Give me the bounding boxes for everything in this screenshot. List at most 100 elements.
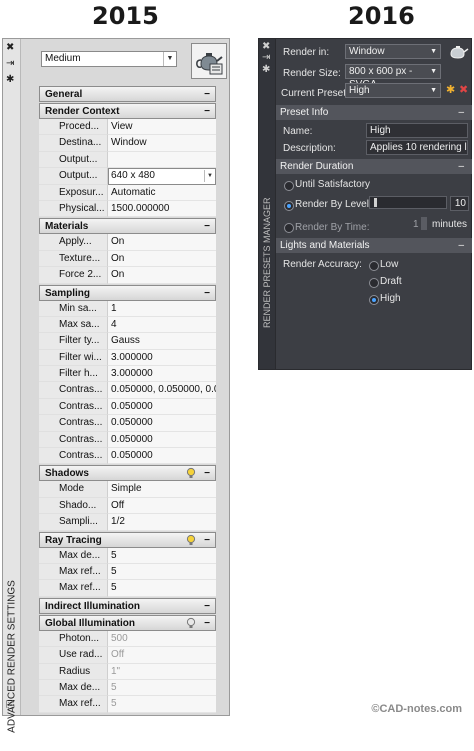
lights-materials-section-header[interactable]: Lights and Materials –	[276, 238, 472, 253]
property-row[interactable]: Exposur... Automatic	[39, 184, 216, 201]
properties-icon[interactable]: ✱	[6, 75, 14, 85]
property-value[interactable]: 3.000000	[108, 366, 216, 383]
property-row[interactable]: Force 2... On	[39, 267, 216, 284]
collapse-icon[interactable]: −	[204, 219, 210, 234]
property-row[interactable]: Contras... 0.050000	[39, 448, 216, 465]
property-row[interactable]: Output...	[39, 151, 216, 169]
property-row[interactable]: Destina... Window	[39, 135, 216, 152]
render-duration-section-header[interactable]: Render Duration –	[276, 159, 472, 174]
property-value[interactable]: 1	[108, 300, 216, 317]
render-preset-select[interactable]: Medium ▼	[41, 51, 177, 67]
property-value[interactable]: 5	[108, 580, 216, 597]
render-level-slider[interactable]	[369, 196, 447, 209]
auto-hide-icon[interactable]: ⇥	[6, 59, 14, 69]
preset-info-section-header[interactable]: Preset Info –	[276, 105, 472, 120]
property-value[interactable]: 0.050000, 0.050000, 0.050000	[108, 382, 216, 399]
palette-menu-icon[interactable]: ⎘	[6, 701, 14, 711]
property-row[interactable]: Radius 1"	[39, 663, 216, 680]
property-row[interactable]: Contras...0.050000, 0.050000, 0.050000	[39, 382, 216, 399]
collapse-icon[interactable]: −	[204, 616, 210, 631]
property-row[interactable]: Shado... Off	[39, 497, 216, 515]
until-satisfactory-radio[interactable]	[284, 181, 294, 191]
delete-preset-icon[interactable]: ✖	[459, 83, 468, 96]
light-bulb-on-icon[interactable]	[185, 534, 197, 546]
preset-name-field[interactable]: High	[366, 123, 468, 138]
property-row[interactable]: Contras... 0.050000	[39, 398, 216, 416]
property-row[interactable]: Min sa... 1	[39, 300, 216, 317]
property-value[interactable]: Off	[108, 647, 216, 664]
property-row[interactable]: Apply... On	[39, 234, 216, 251]
property-row[interactable]: Max de... 5	[39, 679, 216, 697]
render-by-time-radio[interactable]	[284, 223, 294, 233]
category-header[interactable]: Shadows −	[39, 465, 216, 482]
property-value[interactable]: 0.050000	[108, 431, 216, 449]
preset-description-field[interactable]: Applies 10 rendering lev	[366, 140, 468, 155]
property-row[interactable]: Max de... 5	[39, 547, 216, 564]
accuracy-draft-radio[interactable]	[369, 278, 379, 288]
property-row[interactable]: Physical... 1500.000000	[39, 200, 216, 218]
property-value[interactable]: 0.050000	[108, 398, 216, 416]
property-row[interactable]: Use rad... Off	[39, 647, 216, 664]
property-value[interactable]: 1500.000000	[108, 200, 216, 218]
property-row[interactable]: Filter h... 3.000000	[39, 366, 216, 383]
accuracy-high-radio[interactable]	[369, 295, 379, 305]
property-row[interactable]: Sampli... 1/2	[39, 514, 216, 531]
render-by-level-radio[interactable]	[284, 201, 294, 211]
property-row[interactable]: Proced... View	[39, 119, 216, 136]
property-value[interactable]: 5	[108, 547, 216, 564]
property-value[interactable]: Gauss	[108, 333, 216, 350]
property-value[interactable]: 0.050000	[108, 448, 216, 465]
property-value[interactable]: 1"	[108, 663, 216, 680]
property-row[interactable]: Photon... 500	[39, 630, 216, 648]
property-value[interactable]: On	[108, 267, 216, 284]
auto-hide-icon[interactable]: ⇥	[262, 53, 270, 63]
accuracy-low-radio[interactable]	[369, 261, 379, 271]
render-in-dropdown[interactable]: Window ▼	[345, 44, 441, 59]
render-level-field[interactable]: 10	[450, 196, 469, 211]
property-value[interactable]: Window	[108, 135, 216, 152]
collapse-icon[interactable]: −	[204, 533, 210, 548]
render-time-value[interactable]: 1	[413, 219, 419, 230]
property-value[interactable]: Automatic	[108, 184, 216, 201]
property-row[interactable]: Max ref... 5	[39, 580, 216, 597]
property-value[interactable]: Simple	[108, 481, 216, 498]
property-value[interactable]: 3.000000	[108, 349, 216, 367]
property-value[interactable]: 640 x 480 ▼	[108, 168, 216, 185]
property-row[interactable]: Filter wi... 3.000000	[39, 349, 216, 367]
property-value[interactable]: 0.050000	[108, 415, 216, 432]
property-row[interactable]: Max ref... 5	[39, 696, 216, 713]
collapse-icon[interactable]: −	[204, 286, 210, 301]
collapse-icon[interactable]: −	[204, 466, 210, 481]
property-value[interactable]: 5	[108, 679, 216, 697]
category-header[interactable]: Materials −	[39, 218, 216, 235]
property-value[interactable]: View	[108, 119, 216, 136]
property-value[interactable]: 1/2	[108, 514, 216, 531]
category-header[interactable]: Render Context −	[39, 103, 216, 119]
property-row[interactable]: Filter ty... Gauss	[39, 333, 216, 350]
slider-thumb[interactable]	[374, 198, 377, 207]
property-value[interactable]	[108, 151, 216, 169]
close-icon[interactable]: ✖	[262, 42, 270, 52]
chevron-down-icon[interactable]: ▼	[204, 170, 215, 183]
property-value[interactable]: Off	[108, 497, 216, 515]
property-value[interactable]: 5	[108, 563, 216, 581]
collapse-icon[interactable]: −	[204, 599, 210, 614]
property-value[interactable]: 5	[108, 696, 216, 713]
property-row[interactable]: Max sa... 4	[39, 316, 216, 334]
property-row[interactable]: Contras... 0.050000	[39, 415, 216, 432]
category-header[interactable]: Global Illumination −	[39, 614, 216, 631]
light-bulb-on-icon[interactable]	[185, 467, 197, 479]
property-row[interactable]: Max ref... 5	[39, 563, 216, 581]
time-spinner[interactable]	[421, 217, 427, 230]
collapse-icon[interactable]: −	[204, 87, 210, 102]
property-row[interactable]: Texture... On	[39, 250, 216, 268]
category-header[interactable]: Sampling −	[39, 284, 216, 301]
render-size-dropdown[interactable]: 800 x 600 px - SVGA▼	[345, 64, 441, 90]
collapse-icon[interactable]: −	[204, 104, 210, 119]
category-header[interactable]: Ray Tracing −	[39, 531, 216, 548]
property-row[interactable]: Mode Simple	[39, 481, 216, 498]
property-value[interactable]: On	[108, 250, 216, 268]
light-bulb-off-icon[interactable]	[185, 617, 197, 629]
create-copy-icon[interactable]: ✱	[446, 83, 455, 96]
property-value[interactable]: 500	[108, 630, 216, 648]
